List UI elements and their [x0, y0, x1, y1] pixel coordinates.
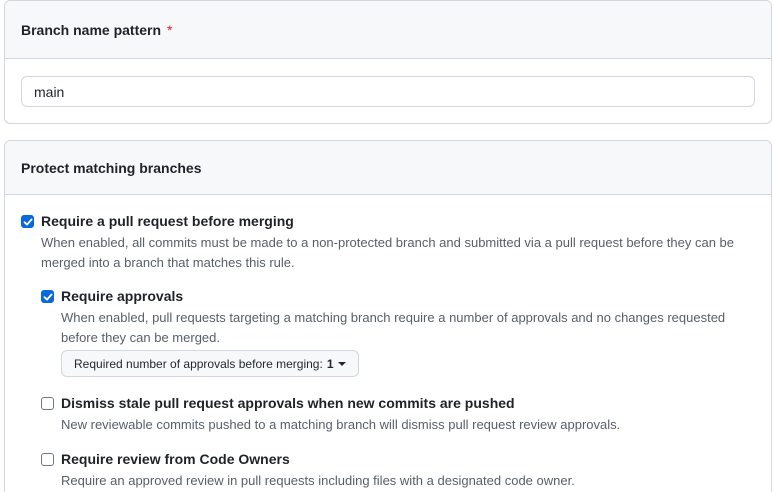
- require-code-owner-review-description: Require an approved review in pull reque…: [61, 473, 575, 488]
- require-approvals-description: When enabled, pull requests targeting a …: [61, 310, 726, 345]
- protect-branches-header: Protect matching branches: [5, 141, 771, 195]
- dismiss-stale-approvals-description: New reviewable commits pushed to a match…: [61, 417, 621, 432]
- require-code-owner-review-label: Require review from Code Owners: [61, 451, 290, 467]
- required-approvals-dropdown[interactable]: Required number of approvals before merg…: [61, 350, 359, 377]
- required-approvals-label: Required number of approvals before merg…: [74, 356, 323, 371]
- option-require-approvals: Require approvals When enabled, pull req…: [41, 288, 751, 348]
- require-approvals-checkbox[interactable]: [41, 290, 54, 303]
- caret-down-icon: [337, 361, 346, 366]
- require-pull-request-checkbox[interactable]: [21, 215, 34, 228]
- branch-pattern-section: Branch name pattern *: [4, 0, 772, 124]
- required-approvals-value: 1: [326, 356, 334, 371]
- require-pull-request-label: Require a pull request before merging: [41, 213, 294, 229]
- checkmark-icon: [23, 218, 32, 225]
- branch-pattern-header: Branch name pattern *: [5, 1, 771, 59]
- branch-pattern-input[interactable]: [21, 76, 755, 107]
- branch-pattern-label: Branch name pattern: [21, 21, 162, 38]
- require-pull-request-description: When enabled, all commits must be made t…: [41, 235, 735, 270]
- option-dismiss-stale-approvals: Dismiss stale pull request approvals whe…: [41, 395, 751, 437]
- required-marker: *: [167, 21, 173, 38]
- require-approvals-label: Require approvals: [61, 288, 184, 304]
- option-require-code-owner-review: Require review from Code Owners Require …: [41, 451, 751, 491]
- checkmark-icon: [43, 293, 52, 300]
- protect-branches-title: Protect matching branches: [21, 159, 202, 176]
- dismiss-stale-approvals-label: Dismiss stale pull request approvals whe…: [61, 395, 515, 411]
- option-require-pull-request: Require a pull request before merging Wh…: [21, 213, 751, 273]
- dismiss-stale-approvals-checkbox[interactable]: [41, 397, 54, 410]
- require-code-owner-review-checkbox[interactable]: [41, 453, 54, 466]
